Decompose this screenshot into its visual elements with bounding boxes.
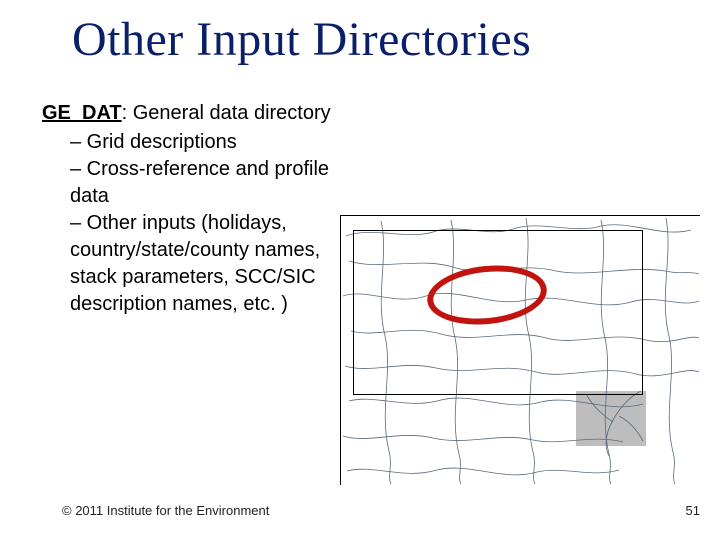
map-figure [340, 215, 700, 485]
list-item: – Cross-reference and profile data [70, 156, 337, 210]
body-text: GE_DAT: General data directory – Grid de… [42, 100, 337, 318]
lead-line: GE_DAT: General data directory [42, 100, 337, 127]
lead-rest: : General data directory [122, 102, 331, 124]
bullet-list: – Grid descriptions – Cross-reference an… [42, 129, 337, 318]
page-number: 51 [686, 503, 700, 518]
lead-label: GE_DAT [42, 102, 122, 124]
map-icon [341, 216, 701, 486]
slide-title: Other Input Directories [72, 12, 700, 67]
list-item: – Grid descriptions [70, 129, 337, 156]
footer-copyright: © 2011 Institute for the Environment [62, 503, 269, 518]
slide: Other Input Directories GE_DAT: General … [0, 0, 720, 540]
list-item: – Other inputs (holidays, country/state/… [70, 210, 337, 318]
